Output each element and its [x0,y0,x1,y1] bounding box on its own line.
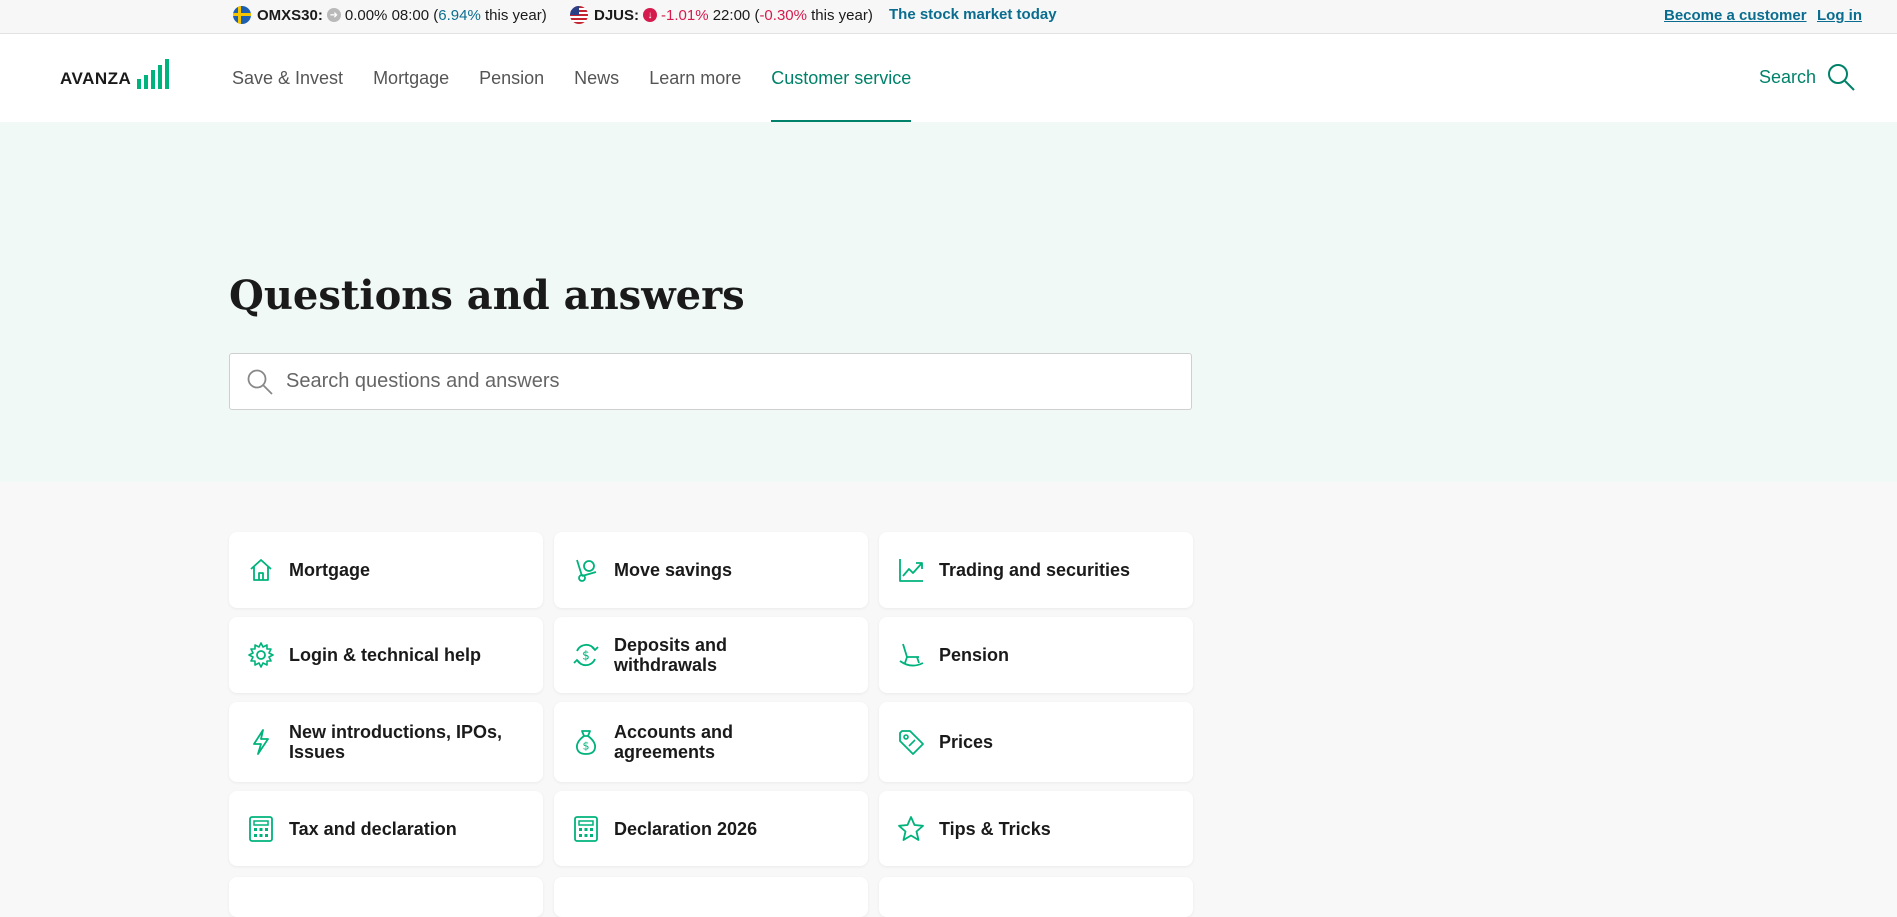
category-card-partial[interactable] [879,877,1193,917]
calculator-icon [574,815,598,842]
category-card-move-savings[interactable]: Move savings [554,532,868,608]
djus-year-text: this year) [806,6,873,24]
omx-year-value: 6.94% [438,6,481,24]
category-label: Accounts and agreements [614,722,734,762]
djus-change: -1.01% [661,6,709,24]
djus-label: DJUS: [594,6,640,24]
header-search-label: Search [1758,66,1816,87]
become-customer-link[interactable]: Become a customer [1664,7,1807,24]
avanza-logo[interactable]: AVANZA [60,59,170,89]
category-card-prices[interactable]: Prices [879,702,1193,782]
logo-bars-icon [137,59,170,89]
hero-section: Questions and answers [0,122,1897,482]
search-icon [1828,64,1855,91]
lightning-icon [253,729,269,755]
money-bag-icon: $ [575,730,597,755]
dollar-transfer-icon: $ [573,643,599,667]
category-label: Tips & Tricks [939,818,1051,839]
gear-icon [248,642,274,668]
nav-news[interactable]: News [574,34,619,122]
nav-save-invest[interactable]: Save & Invest [232,34,343,122]
qa-search-input[interactable] [284,369,1168,394]
dolly-icon [576,559,597,582]
rocking-chair-icon [899,643,924,667]
category-label: Login & technical help [289,645,482,665]
category-card-trading[interactable]: Trading and securities [879,532,1193,608]
category-card-declaration-2026[interactable]: Declaration 2026 [554,791,868,866]
calculator-icon [249,815,273,842]
nav-learn-more[interactable]: Learn more [649,34,741,122]
category-card-mortgage[interactable]: Mortgage [229,532,543,608]
omx-change: 0.00% [344,6,388,24]
svg-text:$: $ [583,740,590,753]
qa-search-box[interactable] [229,353,1192,410]
logo-text: AVANZA [60,69,132,88]
category-label: New introductions, IPOs, Issues [289,722,503,762]
category-label: Mortgage [289,560,370,580]
chart-up-icon [899,559,923,582]
house-icon [250,559,272,581]
nav-customer-service[interactable]: Customer service [771,34,912,122]
omx-year-text: this year) [480,6,547,24]
nav-mortgage[interactable]: Mortgage [373,34,449,122]
category-card-partial[interactable] [554,877,868,917]
omx-ticker[interactable]: OMXS30: ➜ 0.00% 08:00 (6.94% this year) [233,6,547,24]
sweden-flag-icon [233,6,251,24]
login-link[interactable]: Log in [1817,7,1862,24]
usa-flag-icon [570,6,588,24]
category-label: Prices [939,732,994,752]
omx-time: 08:00 [391,6,430,24]
market-ticker-bar: OMXS30: ➜ 0.00% 08:00 (6.94% this year) … [0,0,1897,34]
neutral-arrow-icon: ➜ [326,8,341,22]
category-label: Deposits and withdrawals [614,635,728,675]
star-icon [898,815,924,841]
category-card-login-help[interactable]: Login & technical help [229,617,543,693]
category-card-tips[interactable]: Tips & Tricks [879,791,1193,866]
category-card-deposits[interactable]: $ Deposits and withdrawals [554,617,868,693]
omx-label: OMXS30: [257,6,323,24]
category-label: Move savings [614,560,733,580]
main-header: AVANZA Save & Invest Mortgage Pension Ne… [0,34,1897,122]
djus-time: 22:00 [712,6,751,24]
main-nav: Save & Invest Mortgage Pension News Lear… [232,34,941,122]
svg-text:$: $ [582,649,590,663]
category-card-accounts[interactable]: $ Accounts and agreements [554,702,868,782]
category-label: Pension [939,645,1010,665]
category-card-tax[interactable]: Tax and declaration [229,791,543,866]
category-card-pension[interactable]: Pension [879,617,1193,693]
price-tag-icon [899,730,924,755]
search-icon [247,369,273,395]
category-label: Trading and securities [939,560,1131,580]
header-search-button[interactable]: Search [1759,62,1856,92]
category-label: Declaration 2026 [614,818,758,839]
category-card-partial[interactable] [229,877,543,917]
down-arrow-icon: ↓ [643,8,658,22]
nav-pension[interactable]: Pension [479,34,544,122]
category-label: Tax and declaration [289,818,457,839]
djus-ticker[interactable]: DJUS: ↓ -1.01% 22:00 (-0.30% this year) [570,6,873,24]
stock-market-today-link[interactable]: The stock market today [889,6,1057,23]
page-title: Questions and answers [229,272,745,319]
djus-year-value: -0.30% [759,6,807,24]
category-card-ipos[interactable]: New introductions, IPOs, Issues [229,702,543,782]
